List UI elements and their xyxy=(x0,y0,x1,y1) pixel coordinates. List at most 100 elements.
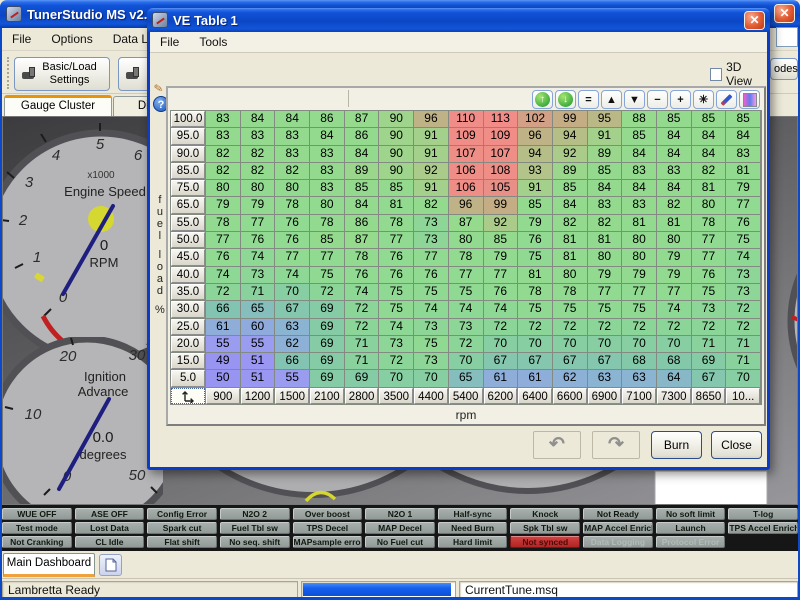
ve-cell[interactable]: 60 xyxy=(241,319,275,335)
ve-cell[interactable]: 96 xyxy=(449,197,483,213)
ve-cell[interactable]: 109 xyxy=(484,128,518,144)
ve-cell[interactable]: 93 xyxy=(518,163,552,179)
ve-cell[interactable]: 68 xyxy=(657,353,691,369)
ve-cell[interactable]: 83 xyxy=(275,128,309,144)
ve-cell[interactable]: 77 xyxy=(622,284,656,300)
ve-cell[interactable]: 63 xyxy=(275,319,309,335)
ve-cell[interactable]: 70 xyxy=(414,370,448,386)
ve-cell[interactable]: 82 xyxy=(206,146,240,162)
scale-icon[interactable]: ✳ xyxy=(693,90,714,109)
ve-cell[interactable]: 51 xyxy=(241,353,275,369)
ve-cell[interactable]: 99 xyxy=(553,111,587,127)
ve-cell[interactable]: 50 xyxy=(206,370,240,386)
edit-pencil-icon[interactable] xyxy=(716,90,737,109)
ve-cell[interactable]: 75 xyxy=(692,284,726,300)
ve-cell[interactable]: 75 xyxy=(379,301,413,317)
load-row-header[interactable]: 50.0 xyxy=(171,232,205,248)
ve-cell[interactable]: 72 xyxy=(206,284,240,300)
ve-cell[interactable]: 84 xyxy=(241,111,275,127)
ve-cell[interactable]: 91 xyxy=(518,180,552,196)
load-row-header[interactable]: 30.0 xyxy=(171,301,205,317)
ve-cell[interactable]: 113 xyxy=(484,111,518,127)
ve-cell[interactable]: 62 xyxy=(553,370,587,386)
ve-cell[interactable]: 90 xyxy=(379,128,413,144)
ve-cell[interactable]: 80 xyxy=(275,180,309,196)
rpm-column-header[interactable]: 2800 xyxy=(345,388,379,404)
ve-cell[interactable]: 71 xyxy=(726,336,760,352)
ve-cell[interactable]: 72 xyxy=(726,301,760,317)
ve-cell[interactable]: 83 xyxy=(726,146,760,162)
rpm-column-header[interactable]: 7300 xyxy=(657,388,691,404)
rpm-column-header[interactable]: 6400 xyxy=(518,388,552,404)
ve-cell[interactable]: 96 xyxy=(414,111,448,127)
ve-cell[interactable]: 75 xyxy=(310,267,344,283)
ve-cell[interactable]: 87 xyxy=(345,111,379,127)
ve-cell[interactable]: 76 xyxy=(484,284,518,300)
rpm-column-header[interactable]: 1200 xyxy=(241,388,275,404)
ve-cell[interactable]: 73 xyxy=(726,284,760,300)
ve-cell[interactable]: 82 xyxy=(241,146,275,162)
ve-cell[interactable]: 83 xyxy=(588,197,622,213)
main-close-button[interactable]: ✕ xyxy=(774,4,795,23)
ve-cell[interactable]: 83 xyxy=(310,146,344,162)
ve-cell[interactable]: 79 xyxy=(518,215,552,231)
ve-cell[interactable]: 72 xyxy=(726,319,760,335)
ve-cell[interactable]: 83 xyxy=(310,180,344,196)
ve-cell[interactable]: 67 xyxy=(588,353,622,369)
set-equal-icon[interactable]: = xyxy=(578,90,599,109)
ve-cell[interactable]: 75 xyxy=(414,284,448,300)
ve-cell[interactable]: 77 xyxy=(726,197,760,213)
new-dashboard-button[interactable] xyxy=(99,554,122,576)
ve-cell[interactable]: 81 xyxy=(518,267,552,283)
ve-cell[interactable]: 72 xyxy=(449,336,483,352)
load-row-header[interactable]: 95.0 xyxy=(171,128,205,144)
ve-cell[interactable]: 76 xyxy=(518,232,552,248)
ve-cell[interactable]: 79 xyxy=(241,197,275,213)
partial-field[interactable] xyxy=(776,27,798,47)
ve-cell[interactable]: 84 xyxy=(553,197,587,213)
ve-cell[interactable]: 84 xyxy=(657,180,691,196)
rpm-column-header[interactable]: 2100 xyxy=(310,388,344,404)
rpm-column-header[interactable]: 5400 xyxy=(449,388,483,404)
plus-icon[interactable]: + xyxy=(670,90,691,109)
ve-cell[interactable]: 82 xyxy=(275,163,309,179)
edit-pencil-icon[interactable]: ✎ xyxy=(153,81,164,95)
ve-cell[interactable]: 84 xyxy=(622,146,656,162)
ve-cell[interactable]: 70 xyxy=(622,336,656,352)
load-row-header[interactable]: 40.0 xyxy=(171,267,205,283)
ve-cell[interactable]: 74 xyxy=(657,301,691,317)
ve-cell[interactable]: 83 xyxy=(241,128,275,144)
ve-cell[interactable]: 94 xyxy=(553,128,587,144)
ve-cell[interactable]: 86 xyxy=(345,128,379,144)
ve-cell[interactable]: 79 xyxy=(206,197,240,213)
load-row-header[interactable]: 25.0 xyxy=(171,319,205,335)
ve-cell[interactable]: 102 xyxy=(518,111,552,127)
ve-cell[interactable]: 82 xyxy=(588,215,622,231)
ve-cell[interactable]: 82 xyxy=(657,197,691,213)
ve-cell[interactable]: 84 xyxy=(345,197,379,213)
ve-cell[interactable]: 99 xyxy=(484,197,518,213)
load-row-header[interactable]: 55.0 xyxy=(171,215,205,231)
ve-cell[interactable]: 85 xyxy=(379,180,413,196)
ve-cell[interactable]: 72 xyxy=(553,319,587,335)
load-row-header[interactable]: 75.0 xyxy=(171,180,205,196)
ve-cell[interactable]: 70 xyxy=(275,284,309,300)
ve-cell[interactable]: 73 xyxy=(379,336,413,352)
ve-cell[interactable]: 80 xyxy=(588,249,622,265)
ve-cell[interactable]: 77 xyxy=(484,267,518,283)
ve-cell[interactable]: 79 xyxy=(588,267,622,283)
ve-cell[interactable]: 72 xyxy=(310,284,344,300)
ve-cell[interactable]: 83 xyxy=(657,163,691,179)
ve-cell[interactable]: 84 xyxy=(726,128,760,144)
ve-cell[interactable]: 69 xyxy=(310,353,344,369)
rpm-column-header[interactable]: 6200 xyxy=(484,388,518,404)
ve-cell[interactable]: 77 xyxy=(275,249,309,265)
ve-cell[interactable]: 75 xyxy=(622,301,656,317)
rpm-column-header[interactable]: 6900 xyxy=(588,388,622,404)
load-row-header[interactable]: 15.0 xyxy=(171,353,205,369)
ve-cell[interactable]: 80 xyxy=(310,197,344,213)
ve-cell[interactable]: 69 xyxy=(692,353,726,369)
revert-forward-icon[interactable]: ↓ xyxy=(555,90,576,109)
rpm-column-header[interactable]: 1500 xyxy=(275,388,309,404)
ve-cell[interactable]: 73 xyxy=(241,267,275,283)
